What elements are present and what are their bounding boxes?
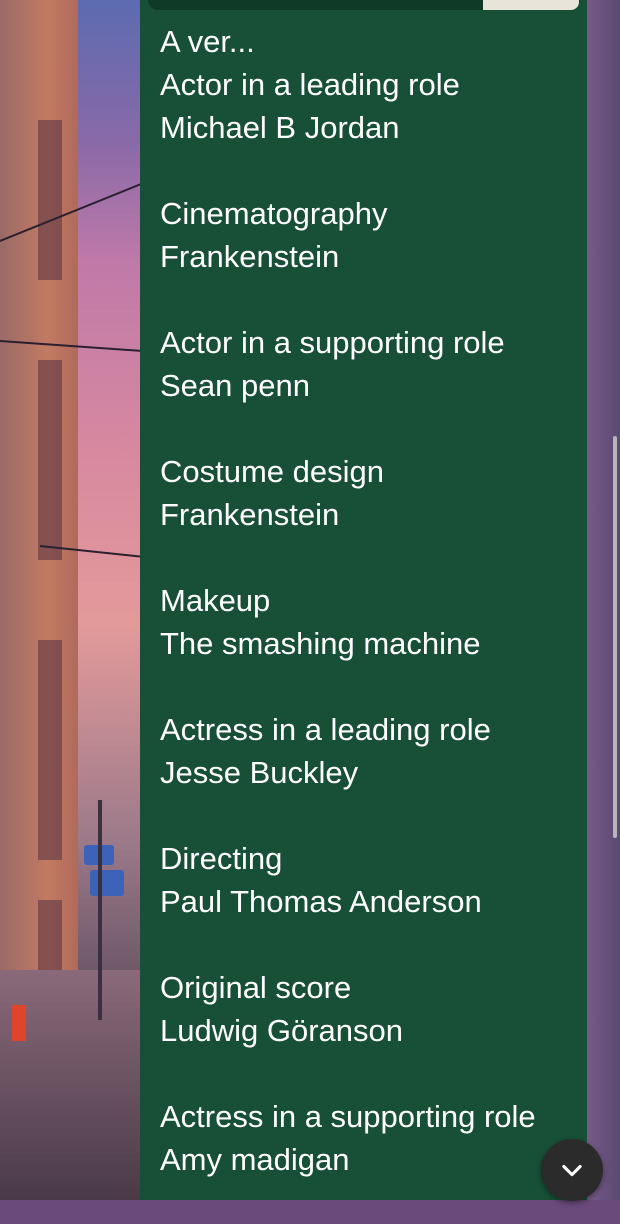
winner-label: Frankenstein — [160, 239, 340, 274]
winner-label: The smashing machine — [160, 626, 481, 661]
list-item: Actor in a supporting role Sean penn — [160, 321, 579, 407]
category-label: Actor in a leading role — [160, 67, 460, 102]
scroll-to-bottom-button[interactable] — [541, 1139, 603, 1201]
note-content: A ver... Actor in a leading role Michael… — [160, 20, 579, 1224]
chevron-down-icon — [562, 1164, 582, 1177]
list-item: Actress in a leading role Jesse Buckley — [160, 708, 579, 794]
category-label: Cinematography — [160, 196, 388, 231]
list-item: Directing Paul Thomas Anderson — [160, 837, 579, 923]
list-item: Actress in a supporting role Amy madigan — [160, 1095, 579, 1181]
category-label: Actress in a leading role — [160, 712, 491, 747]
category-label: Original score — [160, 970, 352, 1005]
list-item: Cinematography Frankenstein — [160, 192, 579, 278]
note-panel[interactable]: A ver... Actor in a leading role Michael… — [140, 0, 587, 1200]
street-sign — [90, 870, 124, 896]
list-item: Makeup The smashing machine — [160, 579, 579, 665]
note-thumbnail[interactable] — [483, 0, 579, 10]
winner-label: Paul Thomas Anderson — [160, 884, 482, 919]
category-label: Costume design — [160, 454, 385, 489]
list-item: Actor in a leading role Michael B Jordan — [160, 63, 579, 149]
list-item: Original score Ludwig Göranson — [160, 966, 579, 1052]
scrollbar[interactable] — [613, 436, 617, 838]
traffic-cone — [12, 1005, 26, 1041]
list-item: Costume design Frankenstein — [160, 450, 579, 536]
category-label: Actor in a supporting role — [160, 325, 505, 360]
winner-label: Michael B Jordan — [160, 110, 400, 145]
winner-label: Sean penn — [160, 368, 310, 403]
category-label: Actress in a supporting role — [160, 1099, 536, 1134]
winner-label: Ludwig Göranson — [160, 1013, 403, 1048]
sign-pole — [98, 800, 102, 1020]
winner-label: Frankenstein — [160, 497, 340, 532]
winner-label: Jesse Buckley — [160, 755, 359, 790]
truncated-line: A ver... — [160, 24, 255, 59]
winner-label: Amy madigan — [160, 1142, 350, 1177]
category-label: Makeup — [160, 583, 271, 618]
category-label: Directing — [160, 841, 283, 876]
